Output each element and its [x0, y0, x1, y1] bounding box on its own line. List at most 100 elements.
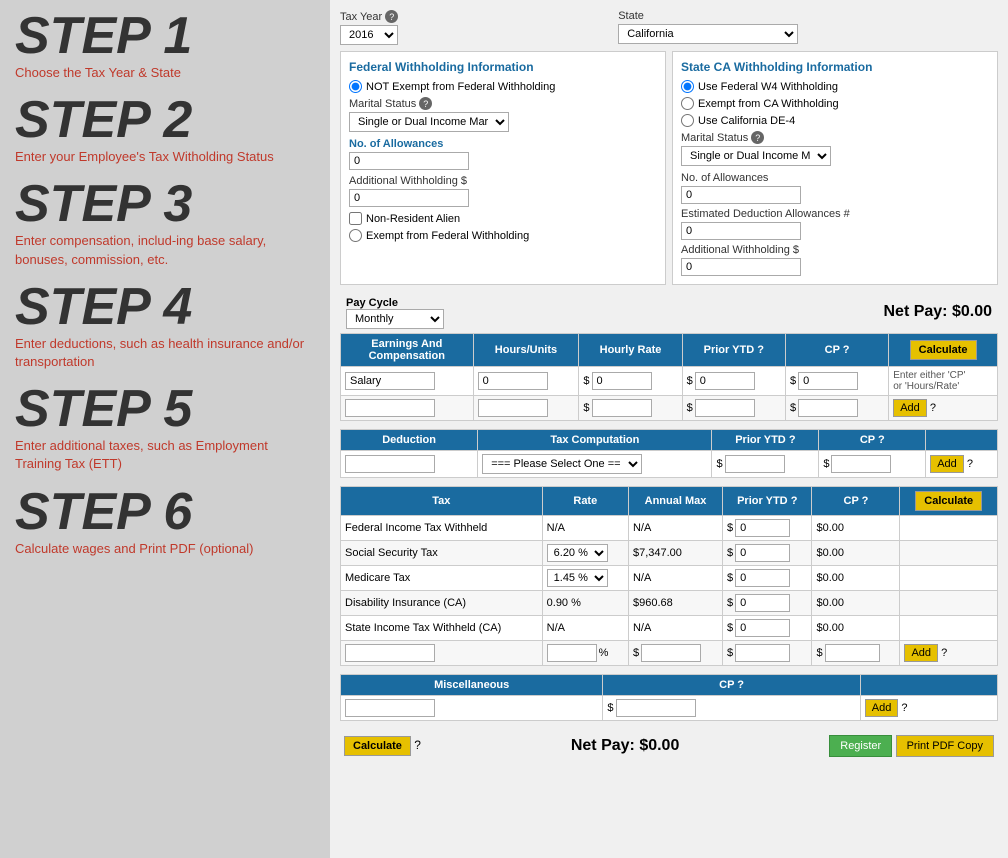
tax-calculate-btn[interactable]: Calculate	[915, 491, 982, 511]
earnings-ytd-info-icon[interactable]: ?	[757, 344, 764, 356]
earnings-extra-hours-input[interactable]	[478, 399, 548, 417]
federal-income-tax-cp: $0.00	[812, 516, 900, 541]
exempt-federal-radio[interactable]	[349, 229, 362, 242]
deduction-add-btn[interactable]: Add	[930, 455, 964, 473]
ca-marital-info-icon[interactable]: ?	[751, 131, 764, 144]
social-security-ytd-input[interactable]	[735, 544, 790, 562]
salary-rate-input[interactable]	[592, 372, 652, 390]
misc-add-btn[interactable]: Add	[865, 699, 899, 717]
print-pdf-btn[interactable]: Print PDF Copy	[896, 735, 994, 757]
step-6-group: STEP 6 Calculate wages and Print PDF (op…	[15, 486, 315, 558]
custom-tax-max-input[interactable]	[641, 644, 701, 662]
tax-add-btn[interactable]: Add	[904, 644, 938, 662]
deduction-cp-input[interactable]	[831, 455, 891, 473]
step-2-heading: STEP 2	[15, 94, 315, 146]
deduction-computation-select[interactable]: === Please Select One ===	[482, 454, 642, 474]
medicare-ytd-input[interactable]	[735, 569, 790, 587]
ca-marital-select[interactable]: Single or Dual Income Mar Married Head o…	[681, 146, 831, 166]
step-2-group: STEP 2 Enter your Employee's Tax Withold…	[15, 94, 315, 166]
custom-tax-cp-input[interactable]	[825, 644, 880, 662]
tax-year-info-icon[interactable]: ?	[385, 10, 398, 23]
step-5-desc: Enter additional taxes, such as Employme…	[15, 437, 315, 473]
pay-cycle-select[interactable]: Weekly Bi-Weekly Semi-Monthly Monthly Qu…	[346, 309, 444, 329]
register-btn[interactable]: Register	[829, 735, 892, 757]
pay-cycle-row: Pay Cycle Weekly Bi-Weekly Semi-Monthly …	[340, 291, 998, 333]
deduction-action-header	[926, 430, 998, 451]
misc-name-input[interactable]	[345, 699, 435, 717]
rate-col-header: Rate	[542, 487, 628, 516]
federal-allowances-input[interactable]	[349, 152, 469, 170]
custom-tax-ytd-input[interactable]	[735, 644, 790, 662]
use-federal-w4-radio[interactable]	[681, 80, 694, 93]
salary-hours-input[interactable]	[478, 372, 548, 390]
salary-rate-cell: $	[579, 367, 682, 396]
earnings-extra-name-input[interactable]	[345, 399, 435, 417]
not-exempt-label: NOT Exempt from Federal Withholding	[366, 81, 555, 93]
disability-ytd-input[interactable]	[735, 594, 790, 612]
net-pay-top: Net Pay: $0.00	[883, 303, 992, 321]
state-income-name: State Income Tax Withheld (CA)	[341, 616, 543, 641]
earnings-extra-cp-input[interactable]	[798, 399, 858, 417]
earnings-extra-ytd-input[interactable]	[695, 399, 755, 417]
tax-ytd-info-icon[interactable]: ?	[791, 495, 798, 507]
federal-income-ytd-input[interactable]	[735, 519, 790, 537]
calculate-bottom-btn[interactable]: Calculate	[344, 736, 411, 756]
misc-cp-info-icon[interactable]: ?	[737, 679, 744, 691]
salary-cp-cell: $	[785, 367, 888, 396]
state-group: State California	[618, 10, 798, 45]
exempt-ca-radio[interactable]	[681, 97, 694, 110]
medicare-rate-select[interactable]: 1.45 %	[547, 569, 608, 587]
social-security-rate-select[interactable]: 6.20 %	[547, 544, 608, 562]
calculate-info-icon[interactable]: ?	[414, 738, 421, 752]
ca-estimated-input[interactable]	[681, 222, 801, 240]
ca-additional-label: Additional Withholding $	[681, 244, 799, 256]
ca-additional-input[interactable]	[681, 258, 801, 276]
deduction-add-info-icon[interactable]: ?	[967, 458, 973, 470]
step-5-group: STEP 5 Enter additional taxes, such as E…	[15, 383, 315, 473]
federal-income-tax-max: N/A	[628, 516, 722, 541]
annual-max-col-header: Annual Max	[628, 487, 722, 516]
salary-ytd-input[interactable]	[695, 372, 755, 390]
step-3-heading: STEP 3	[15, 178, 315, 230]
state-select[interactable]: California	[618, 24, 798, 44]
tax-year-group: Tax Year ? 2014 2015 2016 2017	[340, 10, 398, 45]
federal-additional-input[interactable]	[349, 189, 469, 207]
deduction-cp-info-icon[interactable]: ?	[878, 434, 885, 446]
deduction-name-input[interactable]	[345, 455, 435, 473]
not-exempt-radio-row: NOT Exempt from Federal Withholding	[349, 80, 657, 93]
use-ca-de4-radio[interactable]	[681, 114, 694, 127]
tax-cp-info-icon[interactable]: ?	[862, 495, 869, 507]
non-resident-checkbox[interactable]	[349, 212, 362, 225]
misc-cp-input[interactable]	[616, 699, 696, 717]
custom-tax-name-input[interactable]	[345, 644, 435, 662]
medicare-cp: $0.00	[812, 566, 900, 591]
federal-section-title: Federal Withholding Information	[349, 60, 657, 74]
earnings-add-btn[interactable]: Add	[893, 399, 927, 417]
misc-header: Miscellaneous	[341, 675, 603, 696]
non-resident-row: Non-Resident Alien	[349, 212, 657, 225]
earnings-extra-rate-input[interactable]	[592, 399, 652, 417]
tax-year-select[interactable]: 2014 2015 2016 2017	[340, 25, 398, 45]
state-income-ytd-input[interactable]	[735, 619, 790, 637]
federal-marital-info-icon[interactable]: ?	[419, 97, 432, 110]
ca-allowances-input[interactable]	[681, 186, 801, 204]
deduction-ytd-info-icon[interactable]: ?	[789, 434, 796, 446]
deduction-name-cell	[341, 451, 478, 478]
federal-marital-select[interactable]: Single or Dual Income Mar Married Head o…	[349, 112, 509, 132]
salary-name-input[interactable]	[345, 372, 435, 390]
not-exempt-radio[interactable]	[349, 80, 362, 93]
earnings-cp-info-icon[interactable]: ?	[843, 344, 850, 356]
tax-add-info-icon[interactable]: ?	[941, 647, 947, 659]
custom-tax-rate-input[interactable]	[547, 644, 597, 662]
earnings-add-info-icon[interactable]: ?	[930, 402, 936, 414]
misc-add-info-icon[interactable]: ?	[901, 702, 907, 714]
disability-ytd: $	[723, 591, 812, 616]
exempt-ca-label: Exempt from CA Withholding	[698, 98, 839, 110]
deduction-ytd-input[interactable]	[725, 455, 785, 473]
earnings-calculate-btn[interactable]: Calculate	[910, 340, 977, 360]
custom-tax-ytd-cell: $	[723, 641, 812, 666]
salary-cp-input[interactable]	[798, 372, 858, 390]
federal-income-tax-rate: N/A	[542, 516, 628, 541]
step-6-heading: STEP 6	[15, 486, 315, 538]
hours-col-header: Hours/Units	[473, 334, 579, 367]
